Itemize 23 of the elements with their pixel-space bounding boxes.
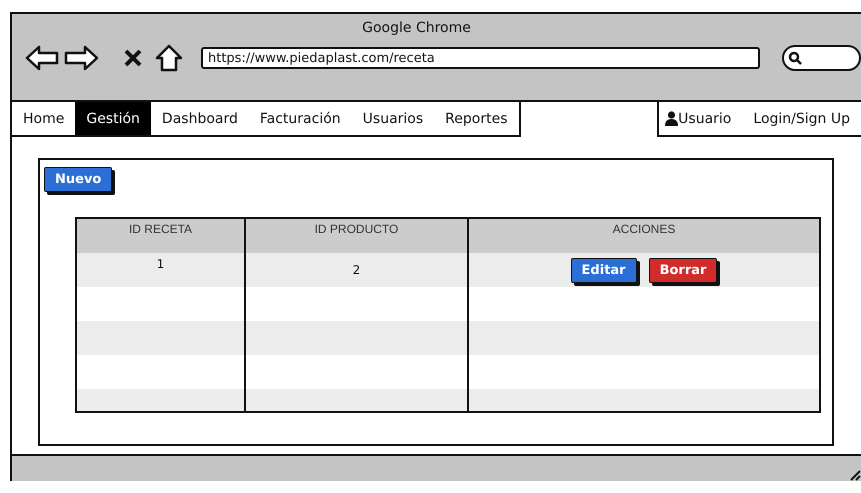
column-header: ACCIONES [612,222,676,236]
nav-tab[interactable]: Facturación [248,102,352,135]
user-icon [665,111,678,126]
forward-icon[interactable] [63,45,99,71]
column-header: ID PRODUCTO [314,222,398,236]
nav-tab[interactable]: Gestión [75,102,151,135]
address-bar[interactable]: https://www.piedaplast.com/receta [201,47,760,69]
home-icon[interactable] [155,44,183,72]
login-link[interactable]: Login/Sign Up [742,102,861,135]
column-header: ID RECETA [128,222,192,236]
close-icon[interactable] [123,48,143,68]
new-button[interactable]: Nuevo [44,167,112,192]
user-menu[interactable]: Usuario [659,102,742,135]
search-field[interactable] [782,45,861,71]
window-title: Google Chrome [362,20,471,36]
table-cell: 1 [156,257,164,271]
back-icon[interactable] [25,45,59,71]
nav-tab[interactable]: Usuarios [352,102,434,135]
nav-tab[interactable]: Reportes [434,102,518,135]
search-icon [788,51,802,65]
nav-tab[interactable]: Home [12,102,76,135]
table-cell: 2 [352,263,360,277]
nav-tab[interactable]: Dashboard [150,102,249,135]
